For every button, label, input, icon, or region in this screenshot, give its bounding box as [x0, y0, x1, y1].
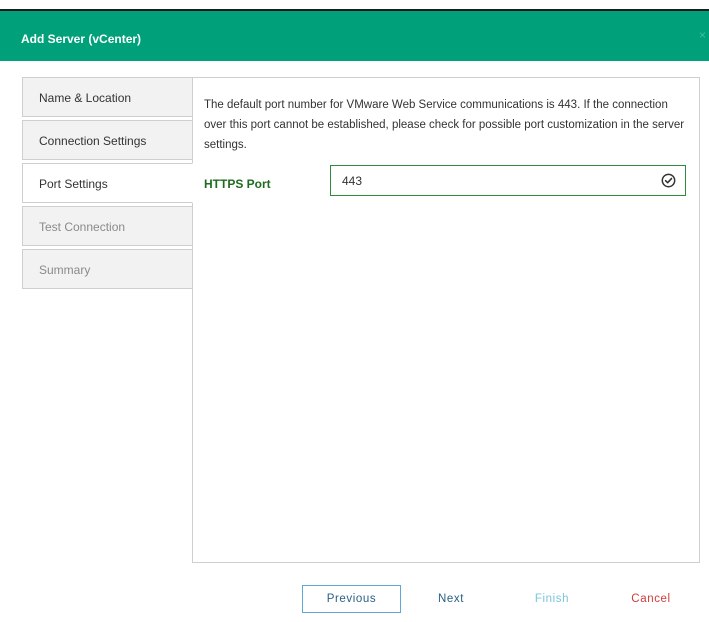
- step-label: Test Connection: [39, 220, 126, 234]
- finish-button: Finish: [521, 585, 583, 613]
- next-button[interactable]: Next: [420, 585, 482, 613]
- step-label: Connection Settings: [39, 134, 147, 148]
- top-border: [0, 0, 709, 9]
- https-port-label: HTTPS Port: [204, 177, 271, 191]
- https-port-field: [330, 165, 686, 196]
- step-label: Summary: [39, 263, 91, 277]
- step-test-connection: Test Connection: [22, 206, 193, 246]
- wizard-steps: Name & Location Connection Settings Port…: [22, 77, 193, 292]
- cancel-button[interactable]: Cancel: [619, 585, 683, 613]
- dialog-title: Add Server (vCenter): [21, 32, 142, 46]
- step-summary: Summary: [22, 249, 193, 289]
- step-label: Name & Location: [39, 91, 132, 105]
- dialog-header: Add Server (vCenter) ×: [0, 9, 709, 61]
- previous-button[interactable]: Previous: [302, 585, 401, 613]
- step-content-panel: The default port number for VMware Web S…: [192, 77, 700, 563]
- port-description: The default port number for VMware Web S…: [204, 99, 685, 151]
- step-label: Port Settings: [39, 177, 108, 191]
- step-port-settings[interactable]: Port Settings: [22, 163, 193, 203]
- close-icon[interactable]: ×: [699, 28, 706, 42]
- step-name-location[interactable]: Name & Location: [22, 77, 193, 117]
- check-circle-icon: [661, 173, 676, 188]
- https-port-input[interactable]: [331, 166, 641, 195]
- step-connection-settings[interactable]: Connection Settings: [22, 120, 193, 160]
